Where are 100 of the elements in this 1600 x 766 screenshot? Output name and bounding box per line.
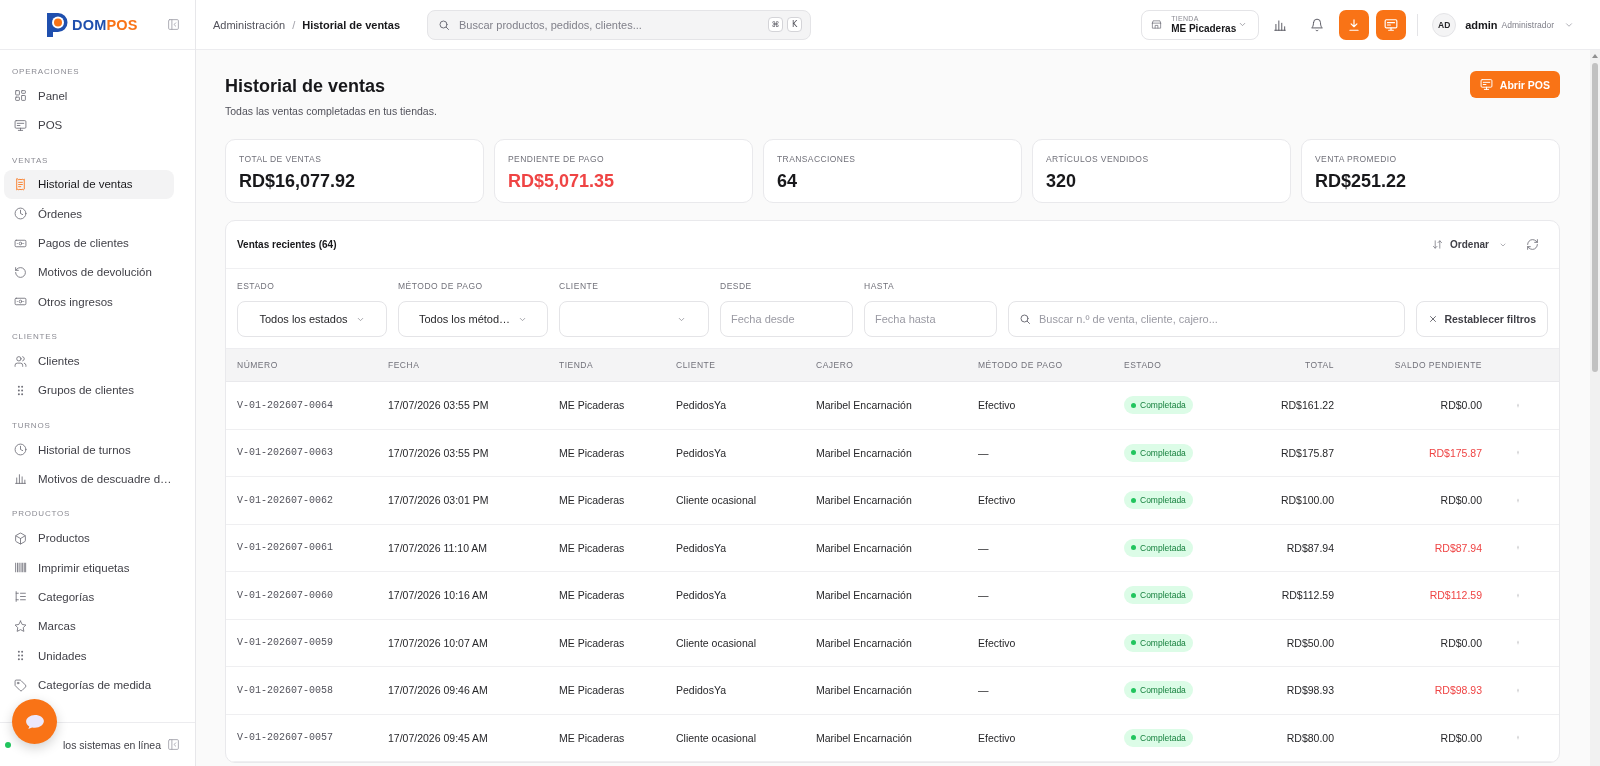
grid-icon xyxy=(14,89,27,103)
table-title: Ventas recientes (64) xyxy=(237,239,337,250)
date-field[interactable]: Fecha desde xyxy=(720,301,853,337)
rotate-arrow-icon xyxy=(14,265,27,279)
search-icon xyxy=(438,18,450,31)
table-cell-text: Maribel Encarnación xyxy=(816,731,913,744)
table-cell: RD$175.87 xyxy=(1428,446,1482,459)
user-name: admin xyxy=(1465,18,1498,31)
table-cell-text: ME Picaderas xyxy=(559,684,626,697)
status-dot-icon xyxy=(5,741,11,748)
breadcrumb-current: Historial de ventas xyxy=(302,18,401,31)
nav-item[interactable]: Clientes xyxy=(4,346,174,376)
table-cell-text: 17/07/2026 03:01 PM xyxy=(388,494,490,507)
bell-icon[interactable] xyxy=(1310,17,1325,32)
table-cell: RD$87.94 xyxy=(1434,541,1482,554)
pos-button[interactable] xyxy=(1376,9,1407,40)
status-label: Completada xyxy=(1140,732,1186,743)
panel-collapse-icon[interactable] xyxy=(167,18,180,31)
nav-item[interactable]: Órdenes xyxy=(4,198,174,229)
table-cell-text: V-01-202607-0064 xyxy=(237,399,334,411)
breadcrumb-link[interactable]: Administración xyxy=(213,18,286,31)
section-title: TURNOS xyxy=(11,419,52,432)
table-cell-text: Efectivo xyxy=(978,399,1017,412)
nav-item[interactable]: Panel xyxy=(4,81,174,111)
bar-chart-icon[interactable] xyxy=(1273,17,1288,32)
nav-item[interactable]: Motivos de devolución xyxy=(4,257,174,288)
table-cell-text: Efectivo xyxy=(978,731,1017,744)
download-button[interactable] xyxy=(1339,9,1370,40)
nav-item[interactable]: Historial de turnos xyxy=(4,434,174,465)
chevron-down-icon xyxy=(1238,20,1248,29)
users-icon xyxy=(14,354,27,368)
table-cell: RD$161.22 xyxy=(1280,399,1334,412)
status-label: Completada xyxy=(1140,447,1186,458)
stat-value: 64 xyxy=(777,170,799,192)
nav-item[interactable]: Imprimir etiquetas xyxy=(4,552,174,583)
nav-item[interactable]: Marcas xyxy=(4,611,174,642)
table-cell-text: Maribel Encarnación xyxy=(816,446,913,459)
star-icon xyxy=(14,619,27,633)
dropdown-select[interactable] xyxy=(559,301,709,337)
status-dot-icon xyxy=(1131,735,1136,741)
dropdown-select[interactable]: Todos los estados xyxy=(237,301,387,337)
table-cell-text: Maribel Encarnación xyxy=(816,494,913,507)
bar-chart-icon xyxy=(14,472,27,486)
section-title: OPERACIONES xyxy=(11,66,81,78)
page-subtitle: Todas las ventas completadas en tus tiendas. xyxy=(225,104,437,118)
table-cell: RD$98.93 xyxy=(1434,684,1482,697)
table-cell-text: Maribel Encarnación xyxy=(816,636,913,649)
table-cell: RD$175.87 xyxy=(1280,446,1334,459)
scrollbar[interactable] xyxy=(1590,50,1600,766)
table-cell-text: ME Picaderas xyxy=(559,636,626,649)
status-dot-icon xyxy=(1131,640,1136,646)
sort-button[interactable]: Ordenar xyxy=(1432,239,1507,250)
table-cell-text: PedidosYa xyxy=(676,589,727,602)
refresh-icon[interactable] xyxy=(1526,238,1539,251)
table-cell-text: PedidosYa xyxy=(676,684,727,697)
status-label: Completada xyxy=(1140,637,1186,648)
chat-button[interactable] xyxy=(12,699,57,744)
status-dot-icon xyxy=(1131,592,1136,598)
table-cell-text: PedidosYa xyxy=(676,446,727,459)
stat-label: TOTAL DE VENTAS xyxy=(239,153,323,165)
panel-collapse-icon[interactable] xyxy=(167,738,180,751)
nav-item[interactable]: Pagos de clientes xyxy=(4,228,174,258)
table-cell-text: ME Picaderas xyxy=(559,399,626,412)
column-header: FECHA xyxy=(388,360,421,370)
table-cell: RD$87.94 xyxy=(1286,541,1334,554)
nav-item[interactable]: Motivos de descuadre d… xyxy=(4,464,174,494)
store-icon xyxy=(1151,19,1163,30)
status-label: Completada xyxy=(1140,542,1186,553)
nav-item[interactable]: Categorías de medida xyxy=(4,670,174,700)
date-field[interactable]: Fecha hasta xyxy=(864,301,997,337)
search-field[interactable]: Buscar n.º de venta, cliente, cajero... xyxy=(1008,301,1406,337)
status-dot-icon xyxy=(1131,545,1136,551)
barcode-icon xyxy=(14,561,27,575)
table-cell-text: PedidosYa xyxy=(676,541,727,554)
stat-value: RD$5,071.35 xyxy=(508,170,616,192)
nav-item[interactable]: POS xyxy=(4,110,174,140)
table-cell-text: V-01-202607-0060 xyxy=(237,589,334,601)
table-cell-text: — xyxy=(978,541,990,554)
table-cell-text: Cliente ocasional xyxy=(676,494,757,507)
table-cell-text: 17/07/2026 11:10 AM xyxy=(388,541,489,554)
nav-item[interactable]: Productos xyxy=(4,523,174,553)
table-cell-text: V-01-202607-0063 xyxy=(237,447,334,459)
nav-item[interactable]: Unidades xyxy=(4,641,174,671)
dropdown-select[interactable]: Todos los métod… xyxy=(398,301,548,337)
monitor-icon xyxy=(1384,17,1399,32)
nav-item[interactable]: Otros ingresos xyxy=(4,287,174,317)
section-title: CLIENTES xyxy=(11,331,59,344)
table-cell-text: ME Picaderas xyxy=(559,541,626,554)
nav-item[interactable]: Categorías xyxy=(4,582,174,612)
speech-bubble-icon xyxy=(24,713,45,730)
table-cell-text: Maribel Encarnación xyxy=(816,684,913,697)
table-cell-text: — xyxy=(978,684,990,697)
reset-filters-button[interactable]: Restablecer filtros xyxy=(1416,301,1548,337)
nav-item[interactable]: Historial de ventas xyxy=(4,169,174,199)
table-cell-text: Cliente ocasional xyxy=(676,731,757,744)
status-dot-icon xyxy=(1131,687,1136,693)
table-cell-text: 17/07/2026 09:46 AM xyxy=(388,684,489,697)
nav-item[interactable]: Grupos de clientes xyxy=(4,375,174,406)
table-cell-text: 17/07/2026 03:55 PM xyxy=(388,399,490,412)
table-cell-text: ME Picaderas xyxy=(559,446,626,459)
